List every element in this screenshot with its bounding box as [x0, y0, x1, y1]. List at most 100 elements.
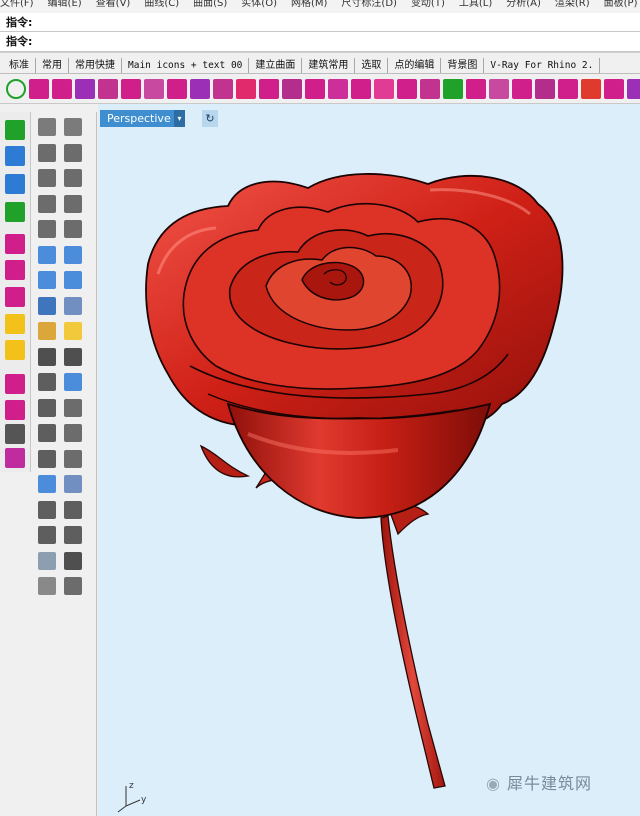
- left-tool-icon[interactable]: [5, 202, 25, 222]
- left-tool-icon[interactable]: [5, 174, 25, 194]
- toolbar-tool-icon[interactable]: [374, 79, 394, 99]
- toolbar-tab-8[interactable]: 背景图: [441, 58, 485, 73]
- toolbar-tool-icon[interactable]: [167, 79, 187, 99]
- draw-tool-icon[interactable]: [38, 296, 56, 315]
- draw-tool-icon[interactable]: [64, 220, 82, 238]
- left-tool-icon[interactable]: [5, 234, 25, 254]
- toolbar-tool-icon[interactable]: [190, 79, 210, 99]
- toolbar-tool-icon[interactable]: [236, 79, 256, 99]
- draw-tool-icon[interactable]: [38, 322, 56, 340]
- toolbar-tool-icon[interactable]: [75, 79, 95, 99]
- menu-item-11[interactable]: 渲染(R): [555, 0, 590, 9]
- chevron-down-icon[interactable]: ▾: [174, 110, 185, 127]
- toolbar-tool-icon[interactable]: [627, 79, 640, 99]
- toolbar-tool-icon[interactable]: [328, 79, 348, 99]
- left-tool-icon[interactable]: [5, 400, 25, 420]
- toolbar-tool-icon[interactable]: [581, 79, 601, 99]
- toolbar-tool-icon[interactable]: [305, 79, 325, 99]
- menu-item-10[interactable]: 分析(A): [506, 0, 541, 9]
- draw-tool-icon[interactable]: [64, 449, 82, 468]
- draw-tool-icon[interactable]: [64, 322, 82, 340]
- toolbar-tab-5[interactable]: 建筑常用: [302, 58, 356, 73]
- toolbar-tool-icon[interactable]: [420, 79, 440, 99]
- toolbar-tool-icon[interactable]: [213, 79, 233, 99]
- toolbar-tool-icon[interactable]: [443, 79, 463, 99]
- draw-tool-icon[interactable]: [64, 169, 82, 187]
- draw-tool-icon[interactable]: [38, 271, 56, 289]
- toolbar-tool-icon[interactable]: [282, 79, 302, 99]
- toolbar-tab-1[interactable]: 常用: [36, 58, 69, 73]
- draw-tool-icon[interactable]: [64, 245, 82, 264]
- draw-tool-icon[interactable]: [38, 220, 56, 238]
- draw-tool-icon[interactable]: [64, 577, 82, 595]
- menu-item-6[interactable]: 网格(M): [291, 0, 327, 9]
- toolbar-tool-icon[interactable]: [259, 79, 279, 99]
- draw-tool-icon[interactable]: [64, 118, 82, 136]
- command-input[interactable]: 指令:: [0, 32, 640, 52]
- draw-tool-icon[interactable]: [64, 551, 82, 570]
- left-tool-icon[interactable]: [5, 340, 25, 360]
- toolbar-tool-icon[interactable]: [558, 79, 578, 99]
- toolbar-tool-icon[interactable]: [489, 79, 509, 99]
- menu-item-8[interactable]: 变动(T): [411, 0, 445, 9]
- toolbar-tab-9[interactable]: V-Ray For Rhino 2.: [484, 58, 601, 73]
- left-tool-icon[interactable]: [5, 424, 25, 444]
- left-tool-icon[interactable]: [5, 146, 25, 166]
- draw-tool-icon[interactable]: [64, 296, 82, 315]
- left-tool-icon[interactable]: [5, 287, 25, 307]
- draw-tool-icon[interactable]: [64, 475, 82, 493]
- menu-item-7[interactable]: 尺寸标注(D): [341, 0, 397, 9]
- draw-tool-icon[interactable]: [64, 194, 82, 213]
- toolbar-tool-icon[interactable]: [351, 79, 371, 99]
- draw-tool-icon[interactable]: [64, 271, 82, 289]
- viewport-title-tab[interactable]: Perspective: [100, 110, 185, 127]
- toolbar-tab-6[interactable]: 选取: [355, 58, 389, 73]
- menu-item-4[interactable]: 曲面(S): [193, 0, 227, 9]
- left-tool-icon[interactable]: [5, 448, 25, 468]
- menu-item-12[interactable]: 面板(P): [604, 0, 638, 9]
- camera-rotate-icon[interactable]: ↻: [202, 110, 218, 127]
- draw-tool-icon[interactable]: [38, 143, 56, 162]
- menu-item-5[interactable]: 实体(O): [241, 0, 277, 9]
- draw-tool-icon[interactable]: [64, 398, 82, 417]
- toolbar-tool-icon[interactable]: [535, 79, 555, 99]
- draw-tool-icon[interactable]: [38, 424, 56, 442]
- draw-tool-icon[interactable]: [38, 347, 56, 366]
- toolbar-tool-icon[interactable]: [98, 79, 118, 99]
- draw-tool-icon[interactable]: [38, 398, 56, 417]
- toolbar-tool-icon[interactable]: [144, 79, 164, 99]
- left-tool-icon[interactable]: [5, 260, 25, 280]
- left-tool-icon[interactable]: [5, 374, 25, 394]
- perspective-viewport[interactable]: z y: [98, 104, 640, 816]
- draw-tool-icon[interactable]: [64, 424, 82, 442]
- left-tool-icon[interactable]: [5, 314, 25, 334]
- draw-tool-icon[interactable]: [38, 577, 56, 595]
- draw-tool-icon[interactable]: [64, 143, 82, 162]
- left-tool-icon[interactable]: [5, 120, 25, 140]
- menu-item-2[interactable]: 查看(V): [96, 0, 131, 9]
- menu-item-9[interactable]: 工具(L): [459, 0, 492, 9]
- toolbar-tool-icon[interactable]: [121, 79, 141, 99]
- draw-tool-icon[interactable]: [38, 449, 56, 468]
- draw-tool-icon[interactable]: [64, 347, 82, 366]
- draw-tool-icon[interactable]: [38, 526, 56, 544]
- draw-tool-icon[interactable]: [38, 373, 56, 391]
- draw-tool-icon[interactable]: [38, 118, 56, 136]
- draw-tool-icon[interactable]: [38, 194, 56, 213]
- draw-tool-icon[interactable]: [38, 500, 56, 519]
- toolbar-tab-3[interactable]: Main icons + text 00: [122, 58, 250, 73]
- draw-tool-icon[interactable]: [64, 500, 82, 519]
- toolbar-tab-7[interactable]: 点的编辑: [388, 58, 442, 73]
- toolbar-tab-0[interactable]: 标准: [3, 58, 36, 73]
- draw-tool-icon[interactable]: [64, 373, 82, 391]
- toolbar-tool-icon[interactable]: [512, 79, 532, 99]
- draw-tool-icon[interactable]: [38, 475, 56, 493]
- toolbar-tab-2[interactable]: 常用快捷: [69, 58, 122, 73]
- toolbar-tool-icon[interactable]: [466, 79, 486, 99]
- draw-tool-icon[interactable]: [64, 526, 82, 544]
- toolbar-tool-icon[interactable]: [397, 79, 417, 99]
- toolbar-tab-4[interactable]: 建立曲面: [249, 58, 303, 73]
- menu-item-0[interactable]: 文件(F): [0, 0, 34, 9]
- draw-tool-icon[interactable]: [38, 169, 56, 187]
- draw-tool-icon[interactable]: [38, 551, 56, 570]
